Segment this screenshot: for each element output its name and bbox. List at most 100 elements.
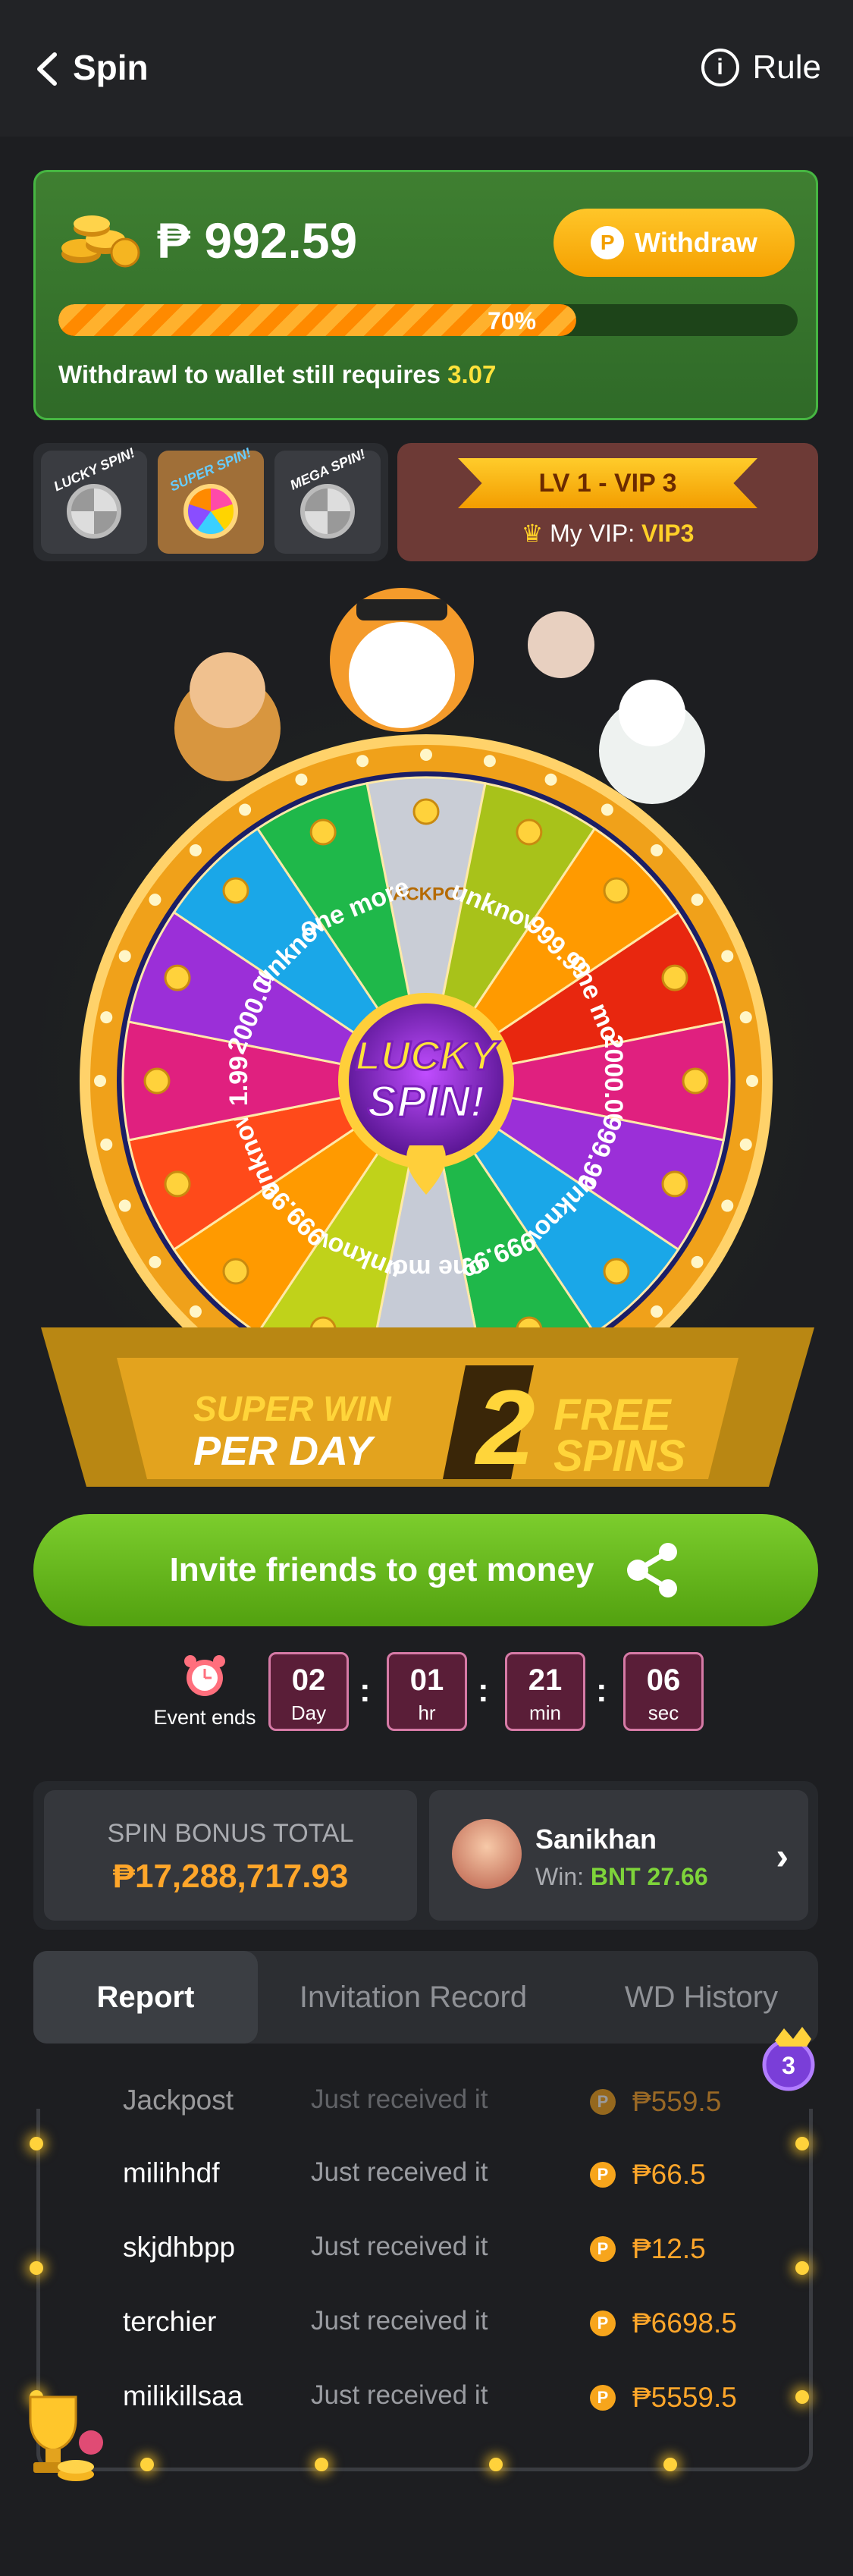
frame-light: [795, 2390, 809, 2404]
balance-card: ₱ 992.59 P Withdraw 70% Withdrawl to wal…: [33, 170, 818, 420]
frame-light: [663, 2458, 677, 2471]
spin-type-super[interactable]: SUPER SPIN!: [158, 445, 264, 554]
timer-seconds-unit: sec: [648, 1701, 679, 1724]
timer-hours-value: 01: [409, 1663, 444, 1697]
coin-stack-icon: [61, 215, 140, 268]
frame-light: [795, 2137, 809, 2150]
bonus-total-value: ₱17,288,717.93: [112, 1858, 349, 1895]
bonus-panel: SPIN BONUS TOTAL ₱17,288,717.93 Sanikhan…: [33, 1781, 818, 1930]
wheel-segment-label: 1.99: [224, 1056, 253, 1106]
rim-light: [544, 773, 557, 786]
vip-panel[interactable]: LV 1 - VIP 3 ♛ My VIP: VIP3: [397, 443, 818, 561]
rule-button[interactable]: i Rule: [701, 49, 822, 86]
rim-light: [739, 1011, 752, 1024]
avatar: [452, 1819, 522, 1889]
event-ends: Event ends: [144, 1652, 265, 1729]
timer-colon: :: [596, 1672, 607, 1709]
spin-bonus-total: SPIN BONUS TOTAL ₱17,288,717.93: [44, 1790, 417, 1921]
prize-icon: [309, 818, 337, 846]
requirement-value: 3.07: [447, 360, 497, 388]
rim-light: [483, 755, 496, 768]
frame-light: [795, 2261, 809, 2275]
record-name: milihhdf: [123, 2157, 220, 2188]
rule-label: Rule: [752, 49, 822, 86]
tab-invitation-record[interactable]: Invitation Record: [273, 1951, 554, 2044]
chevron-right-icon[interactable]: ›: [776, 1834, 789, 1878]
record-status: Just received it: [311, 2306, 488, 2336]
banner-free-count: 2: [476, 1368, 535, 1487]
spin-type-mega[interactable]: MEGA SPIN!: [274, 446, 381, 554]
timer-minutes-value: 21: [528, 1663, 563, 1697]
vip-level-ribbon: LV 1 - VIP 3: [458, 458, 757, 508]
rim-light: [601, 803, 613, 816]
tab-report[interactable]: Report: [33, 1951, 258, 2044]
win-value: BNT 27.66: [590, 1863, 708, 1890]
prize-icon: [412, 798, 440, 825]
prize-icon: [164, 964, 191, 991]
rim-light: [149, 894, 162, 906]
rim-light: [651, 843, 663, 856]
banner-per-day: PER DAY: [193, 1428, 373, 1474]
prize-icon: [661, 1170, 688, 1198]
record-amount: ₱559.5: [632, 2086, 722, 2117]
record-name: milikillsaa: [123, 2380, 243, 2411]
rim-light: [356, 755, 369, 768]
my-vip-value: VIP3: [641, 520, 695, 547]
svg-text:3: 3: [782, 2052, 795, 2079]
withdraw-button[interactable]: P Withdraw: [554, 209, 795, 277]
peso-coin-icon: P: [590, 2311, 616, 2336]
frame-light: [30, 2261, 43, 2275]
wheel-icon: [67, 484, 121, 539]
event-ends-label: Event ends: [153, 1706, 256, 1729]
record-amount: ₱6698.5: [632, 2307, 737, 2339]
rim-light: [100, 1011, 113, 1024]
list-item: milihhdf Just received it P ₱66.5: [33, 2151, 818, 2197]
timer-hours: 01 hr: [387, 1652, 467, 1731]
spin-type-selector: LUCKY SPIN! SUPER SPIN! MEGA SPIN!: [33, 443, 388, 561]
hub-line1: LUCKY: [356, 1033, 500, 1079]
list-item: Jackpost Just received it P ₱559.5: [33, 2078, 818, 2124]
timer-hours-unit: hr: [418, 1701, 436, 1724]
prize-icon: [143, 1067, 171, 1095]
spin-type-lucky[interactable]: LUCKY SPIN!: [41, 445, 147, 554]
wheel-icon: [183, 484, 238, 539]
rim-light: [94, 1075, 106, 1087]
rim-light: [189, 843, 202, 856]
peso-coin-icon: P: [590, 2162, 616, 2188]
timer-days: 02 Day: [268, 1652, 349, 1731]
progress-percent: 70%: [488, 307, 537, 335]
rim-light: [651, 1305, 663, 1318]
prize-icon: [661, 964, 688, 991]
record-amount: ₱5559.5: [632, 2382, 737, 2413]
record-name: Jackpost: [123, 2084, 234, 2116]
rim-light: [118, 1199, 131, 1212]
bonus-total-label: SPIN BONUS TOTAL: [107, 1819, 354, 1848]
prize-icon: [682, 1067, 709, 1095]
timer-days-value: 02: [291, 1663, 326, 1697]
report-list: Jackpost Just received it P ₱559.5 milih…: [30, 2078, 818, 2480]
chevron-left-icon[interactable]: [33, 50, 61, 88]
peso-coin-icon: P: [590, 2385, 616, 2411]
share-icon: [627, 1543, 678, 1597]
peso-coin-icon: P: [590, 2236, 616, 2262]
banner-spins: SPINS: [554, 1431, 686, 1481]
record-amount: ₱12.5: [632, 2233, 706, 2264]
rim-light: [691, 894, 704, 906]
requirement-text: Withdrawl to wallet still requires 3.07: [58, 360, 496, 389]
record-status: Just received it: [311, 2380, 488, 2410]
crown-icon: ♛: [521, 520, 544, 547]
list-item: milikillsaa Just received it P ₱5559.5: [33, 2374, 818, 2420]
prize-icon: [222, 1258, 249, 1285]
peso-coin-icon: P: [590, 2089, 616, 2115]
prize-icon: [603, 877, 630, 904]
frame-light: [140, 2458, 154, 2471]
invite-friends-button[interactable]: Invite friends to get money: [33, 1514, 818, 1626]
prize-icon: [516, 818, 543, 846]
rim-light: [189, 1305, 202, 1318]
latest-winner-card[interactable]: Sanikhan Win: BNT 27.66 ›: [429, 1790, 808, 1921]
rim-light: [721, 1199, 734, 1212]
list-item: skjdhbpp Just received it P ₱12.5: [33, 2226, 818, 2271]
withdraw-progress-bar: [58, 304, 798, 336]
timer-days-unit: Day: [290, 1701, 327, 1724]
timer-seconds-value: 06: [646, 1663, 681, 1697]
